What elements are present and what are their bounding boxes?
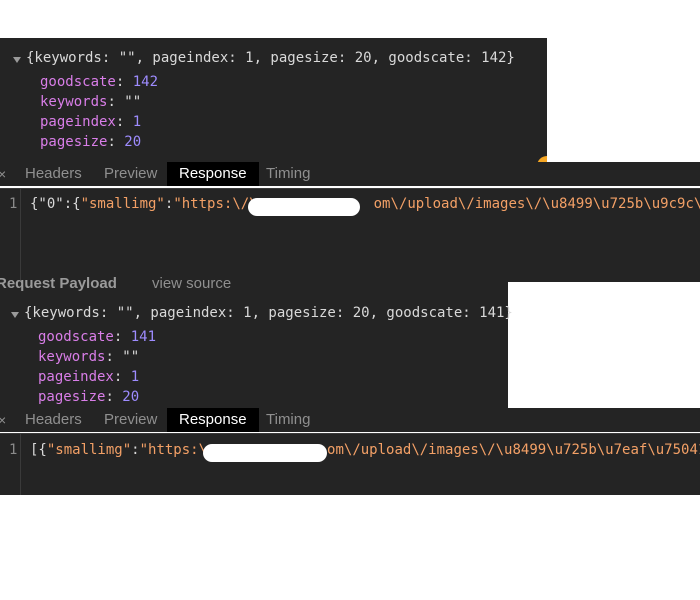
line-gutter — [20, 189, 21, 282]
tab-preview[interactable]: Preview — [104, 408, 157, 432]
response-body-1: 1 {"0":{"smallimg":"https:\/\ om\/upload\… — [0, 188, 700, 282]
response-code-line: [{"smallimg":"https:\ om\/upload\/images\… — [30, 442, 700, 458]
redaction-mark — [203, 444, 327, 462]
tab-timing[interactable]: Timing — [266, 408, 310, 432]
response-body-2: 1 [{"smallimg":"https:\ om\/upload\/image… — [0, 433, 700, 495]
tab-headers[interactable]: Headers — [25, 162, 82, 186]
tab-timing[interactable]: Timing — [266, 162, 310, 186]
expand-triangle-icon[interactable] — [11, 312, 19, 318]
line-number: 1 — [9, 196, 18, 212]
payload-panel-2: {keywords: "", pageindex: 1, pagesize: 2… — [0, 300, 513, 412]
payload-prop-keywords: keywords: "" — [38, 349, 140, 365]
close-icon[interactable]: × — [0, 408, 6, 432]
payload-prop-pageindex: pageindex: 1 — [40, 114, 142, 130]
expand-triangle-icon[interactable] — [13, 57, 21, 63]
tab-response[interactable]: Response — [167, 408, 259, 432]
payload-prop-pageindex: pageindex: 1 — [38, 369, 140, 385]
payload-prop-goodscate: goodscate: 142 — [40, 74, 159, 90]
line-number: 1 — [9, 442, 18, 458]
tab-response[interactable]: Response — [167, 162, 259, 186]
payload-summary: {keywords: "", pageindex: 1, pagesize: 2… — [24, 305, 513, 321]
tab-headers[interactable]: Headers — [25, 408, 82, 432]
line-gutter — [20, 434, 21, 495]
tab-preview[interactable]: Preview — [104, 162, 157, 186]
payload-panel-1: {keywords: "", pageindex: 1, pagesize: 2… — [0, 38, 547, 166]
close-icon[interactable]: × — [0, 162, 6, 186]
payload-summary: {keywords: "", pageindex: 1, pagesize: 2… — [26, 50, 515, 66]
response-tabbar-1: × Headers Preview Response Timing — [0, 162, 700, 186]
payload-prop-keywords: keywords: "" — [40, 94, 142, 110]
payload-prop-goodscate: goodscate: 141 — [38, 329, 157, 345]
redaction-mark — [248, 198, 360, 216]
response-code-line: {"0":{"smallimg":"https:\/\ om\/upload\/i… — [30, 196, 700, 212]
payload-prop-pagesize: pagesize: 20 — [40, 134, 142, 150]
payload-prop-pagesize: pagesize: 20 — [38, 389, 140, 405]
request-payload-title: Request Payload — [0, 275, 117, 292]
view-source-link[interactable]: view source — [152, 275, 231, 292]
response-tabbar-2: × Headers Preview Response Timing — [0, 408, 700, 432]
